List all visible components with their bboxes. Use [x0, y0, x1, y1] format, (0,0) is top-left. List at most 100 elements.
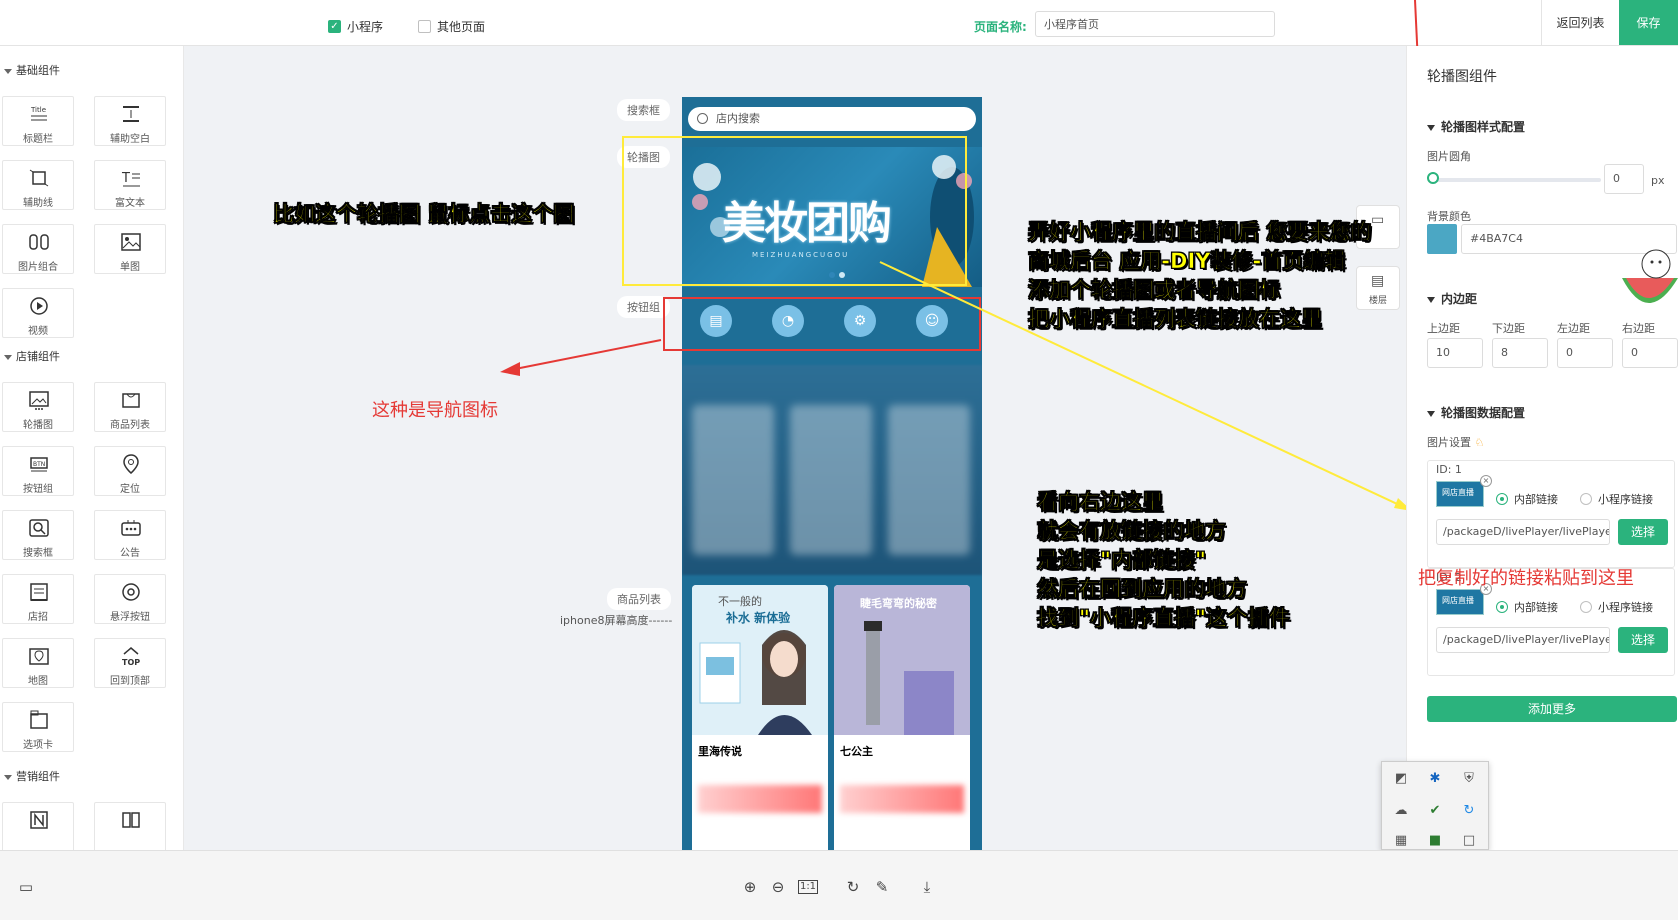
gray-tray-icon[interactable]: □	[1460, 832, 1478, 850]
select-link-button[interactable]: 选择	[1618, 519, 1668, 545]
search-placeholder: 店内搜索	[716, 112, 760, 125]
component-notice[interactable]: 公告	[94, 510, 166, 560]
component-tab-card[interactable]: 选项卡	[2, 702, 74, 752]
component-marketing-2[interactable]	[94, 802, 166, 850]
shield-icon[interactable]: ⛨	[1460, 770, 1478, 788]
section-padding-title[interactable]: 内边距	[1427, 290, 1477, 307]
annotation-right-line-5: 找到"小程序直播"这个插件	[1037, 606, 1290, 631]
component-product-list[interactable]: 商品列表	[94, 382, 166, 432]
component-label: 富文本	[115, 198, 145, 209]
component-image-combo[interactable]: 图片组合	[2, 224, 74, 274]
floor-icon: ▤	[1371, 273, 1385, 289]
component-single-image[interactable]: 单图	[94, 224, 166, 274]
product-name: 七公主	[840, 745, 873, 758]
radio-miniprogram-link[interactable]: 小程序链接	[1580, 599, 1653, 615]
group-marketing-title[interactable]: 营销组件	[4, 768, 60, 784]
component-back-to-top[interactable]: TOP 回到顶部	[94, 638, 166, 688]
component-blank-space[interactable]: 辅助空白	[94, 96, 166, 146]
actual-size-icon[interactable]: 1:1	[798, 880, 818, 894]
save-button[interactable]: 保存	[1619, 0, 1678, 45]
link-input[interactable]: /packageD/livePlayer/livePlaye	[1436, 519, 1610, 545]
component-title-bar[interactable]: Title 标题栏	[2, 96, 74, 146]
floor-layer-label: 楼层	[1368, 296, 1387, 306]
radio-internal-link[interactable]: 内部链接	[1496, 491, 1558, 507]
green-tray-icon[interactable]: ■	[1426, 832, 1444, 850]
page-name-input[interactable]	[1035, 11, 1275, 37]
bluetooth-icon[interactable]: ✱	[1426, 770, 1444, 788]
checkbox-checked-icon[interactable]: ✓	[328, 20, 341, 33]
component-search-box[interactable]: 搜索框	[2, 510, 74, 560]
component-label: 悬浮按钮	[110, 612, 150, 623]
padding-top-input[interactable]: 10	[1427, 338, 1483, 368]
section-data-title[interactable]: 轮播图数据配置	[1427, 404, 1525, 421]
component-label: 公告	[120, 548, 140, 559]
component-divider-line[interactable]: 辅助线	[2, 160, 74, 210]
zoom-out-icon[interactable]: ⊖	[768, 877, 788, 897]
padding-bottom-input[interactable]: 8	[1492, 338, 1548, 368]
component-video[interactable]: 视频	[2, 288, 74, 338]
component-carousel[interactable]: 轮播图	[2, 382, 74, 432]
panel-toggle-icon[interactable]: ▭	[16, 877, 36, 897]
padding-right-label: 右边距	[1622, 322, 1655, 335]
bg-color-swatch[interactable]	[1427, 224, 1457, 254]
padding-right-input[interactable]: 0	[1622, 338, 1678, 368]
group-basic-title[interactable]: 基础组件	[4, 62, 60, 78]
app-tray-icon[interactable]: ◩	[1392, 770, 1410, 788]
collapse-arrow-icon	[4, 774, 12, 780]
component-marketing-1[interactable]	[2, 802, 74, 850]
checkbox-other-pages[interactable]: 其他页面	[418, 18, 485, 35]
link-input[interactable]: /packageD/livePlayer/livePlaye	[1436, 627, 1610, 653]
component-label: 单图	[120, 262, 140, 273]
radio-label: 小程序链接	[1598, 493, 1653, 506]
padding-left-input[interactable]: 0	[1557, 338, 1613, 368]
checkbox-unchecked-icon[interactable]	[418, 20, 431, 33]
radio-checked-icon[interactable]	[1496, 601, 1508, 613]
zoom-in-icon[interactable]: ⊕	[740, 877, 760, 897]
cloud-off-icon[interactable]: ☁	[1392, 802, 1410, 820]
component-store-sign[interactable]: 店招	[2, 574, 74, 624]
rotate-icon[interactable]: ↻	[843, 877, 863, 897]
security-check-icon[interactable]: ✔	[1426, 802, 1444, 820]
back-to-list-button[interactable]: 返回列表	[1541, 0, 1619, 45]
component-rich-text[interactable]: T 富文本	[94, 160, 166, 210]
component-label: 图片组合	[18, 262, 58, 273]
preview-product-card[interactable]: 睫毛弯弯的秘密 七公主	[834, 585, 970, 850]
download-icon[interactable]: ⤓	[917, 877, 937, 897]
radio-unchecked-icon[interactable]	[1580, 601, 1592, 613]
marketing-book-icon	[122, 812, 140, 828]
radius-slider-handle[interactable]	[1427, 172, 1439, 184]
float-button-icon	[122, 583, 140, 601]
rich-text-icon: T	[121, 171, 140, 187]
radius-slider-track[interactable]	[1431, 178, 1601, 182]
annotation-right-line-3: 是选择"内部链接"	[1037, 548, 1206, 573]
svg-text:Title: Title	[30, 106, 46, 114]
grid-tray-icon[interactable]: ▦	[1392, 832, 1410, 850]
bottom-toolbar: ▭ ⊕ ⊖ 1:1 ↻ ✎ ⤓	[0, 850, 1678, 920]
component-button-group[interactable]: BTN 按钮组	[2, 446, 74, 496]
group-store-title[interactable]: 店铺组件	[4, 348, 60, 364]
component-location[interactable]: 定位	[94, 446, 166, 496]
product-name: 里海传说	[698, 745, 742, 758]
annotation-highlight-nav	[663, 297, 981, 351]
checkbox-miniprogram[interactable]: ✓ 小程序	[328, 18, 383, 35]
preview-search-bar[interactable]: 店内搜索	[688, 107, 976, 131]
remove-image-icon[interactable]: ×	[1480, 475, 1492, 487]
floor-layer-button[interactable]: ▤ 楼层	[1356, 266, 1400, 310]
radio-checked-icon[interactable]	[1496, 493, 1508, 505]
add-more-button[interactable]: 添加更多	[1427, 696, 1677, 722]
radio-internal-link[interactable]: 内部链接	[1496, 599, 1558, 615]
radio-miniprogram-link[interactable]: 小程序链接	[1580, 491, 1653, 507]
blurred-card	[888, 405, 970, 555]
select-link-button[interactable]: 选择	[1618, 627, 1668, 653]
properties-panel: 轮播图组件 轮播图样式配置 图片圆角 0 px 背景颜色 #4BA7C4 内边距…	[1406, 46, 1678, 850]
layers-icon: ▭	[1371, 212, 1385, 228]
radio-unchecked-icon[interactable]	[1580, 493, 1592, 505]
preview-product-card[interactable]: 不一般的 补水 新体验 里海传说	[692, 585, 828, 850]
edit-pen-icon[interactable]: ✎	[872, 877, 892, 897]
section-style-title[interactable]: 轮播图样式配置	[1427, 118, 1525, 135]
radius-input[interactable]: 0	[1604, 164, 1644, 194]
sync-icon[interactable]: ↻	[1460, 802, 1478, 820]
radio-label: 内部链接	[1514, 601, 1558, 614]
component-map[interactable]: 地图	[2, 638, 74, 688]
component-float-button[interactable]: 悬浮按钮	[94, 574, 166, 624]
